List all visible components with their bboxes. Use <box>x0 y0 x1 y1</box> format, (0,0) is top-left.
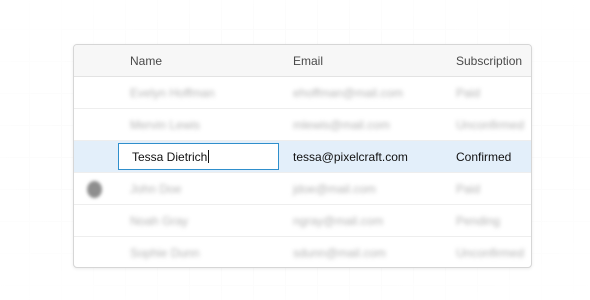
avatar <box>87 181 102 198</box>
cell-subscription: Unconfirmed <box>456 117 525 132</box>
cell-email: sdunn@mail.com <box>293 245 386 260</box>
cell-email: tessa@pixelcraft.com <box>293 149 408 164</box>
table-row[interactable]: John Doe jdoe@mail.com Paid <box>74 173 531 205</box>
table-row[interactable]: Noah Gray ngray@mail.com Pending <box>74 205 531 237</box>
cell-name: Mervin Lewis <box>130 117 201 132</box>
cell-subscription: Paid <box>456 85 481 100</box>
cell-email: ehoffman@mail.com <box>293 85 404 100</box>
name-edit-input[interactable]: Tessa Dietrich <box>118 143 279 170</box>
cell-email: mlewis@mail.com <box>293 117 390 132</box>
cell-email: ngray@mail.com <box>293 213 384 228</box>
cell-email: jdoe@mail.com <box>293 181 376 196</box>
cell-name: Evelyn Hoffman <box>130 85 215 100</box>
table-row[interactable]: Evelyn Hoffman ehoffman@mail.com Paid <box>74 77 531 109</box>
cell-subscription: Pending <box>456 213 501 228</box>
table-row-selected[interactable]: Tessa Dietrich tessa@pixelcraft.com Conf… <box>74 141 531 173</box>
column-header-subscription[interactable]: Subscription <box>456 45 530 76</box>
cell-subscription: Confirmed <box>456 149 512 164</box>
cell-subscription: Paid <box>456 181 481 196</box>
data-table: Name Email Subscription Evelyn Hoffman e… <box>73 44 532 268</box>
cell-subscription: Unconfirmed <box>456 245 525 260</box>
table-row[interactable]: Sophie Dunn sdunn@mail.com Unconfirmed <box>74 237 531 267</box>
table-header: Name Email Subscription <box>74 45 531 77</box>
column-header-email[interactable]: Email <box>293 45 443 76</box>
text-caret <box>208 150 210 163</box>
cell-name: Sophie Dunn <box>130 245 200 260</box>
column-header-name[interactable]: Name <box>130 45 280 76</box>
table-row[interactable]: Mervin Lewis mlewis@mail.com Unconfirmed <box>74 109 531 141</box>
cell-name: John Doe <box>130 181 182 196</box>
cell-name: Noah Gray <box>130 213 189 228</box>
name-edit-value: Tessa Dietrich <box>132 149 208 164</box>
